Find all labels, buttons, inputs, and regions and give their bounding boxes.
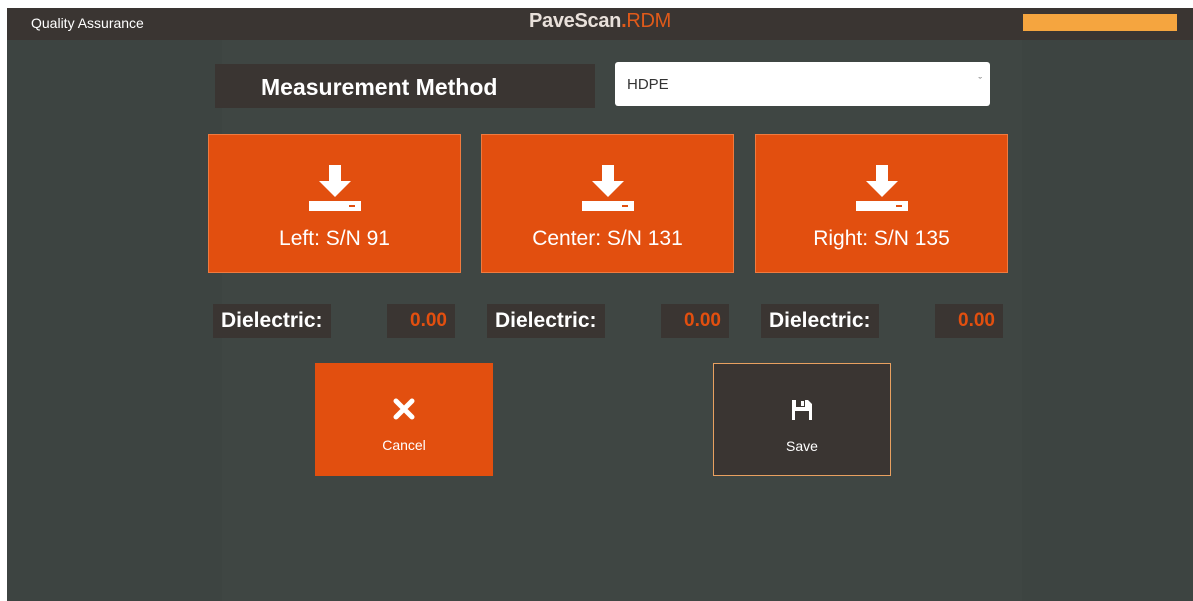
- measurement-method-label: Measurement Method: [261, 74, 498, 100]
- measurement-method-value: HDPE: [627, 76, 669, 93]
- brand-suffix: RDM: [626, 10, 672, 32]
- cancel-label: Cancel: [382, 437, 426, 453]
- save-button[interactable]: Save: [713, 363, 891, 476]
- dielectric-right-value: 0.00: [935, 304, 1003, 338]
- measurement-method-select[interactable]: HDPE ˇ: [615, 62, 990, 106]
- sensor-right-button[interactable]: Right: S/N 135: [755, 134, 1008, 273]
- sensor-left-label: Left: S/N 91: [279, 227, 390, 250]
- sensor-right-label: Right: S/N 135: [813, 227, 950, 250]
- download-icon: [308, 165, 361, 211]
- save-label: Save: [786, 438, 818, 454]
- sensor-center-button[interactable]: Center: S/N 131: [481, 134, 734, 273]
- dielectric-center-value: 0.00: [661, 304, 729, 338]
- dielectric-left-label: Dielectric:: [213, 304, 331, 338]
- sensor-left-button[interactable]: Left: S/N 91: [208, 134, 461, 273]
- dielectric-left-value: 0.00: [387, 304, 455, 338]
- download-icon: [855, 165, 908, 211]
- floppy-disk-icon: [792, 400, 812, 420]
- brand-main: PaveScan: [528, 10, 622, 32]
- content-panel: [222, 40, 1022, 601]
- measurement-method-label-box: Measurement Method: [215, 64, 595, 108]
- sensor-center-label: Center: S/N 131: [532, 227, 683, 250]
- chevron-down-icon: ˇ: [978, 76, 982, 88]
- download-icon: [581, 165, 634, 211]
- brand-logo: PaveScan.RDM: [7, 10, 1193, 33]
- dielectric-right-label: Dielectric:: [761, 304, 879, 338]
- cancel-button[interactable]: Cancel: [315, 363, 493, 476]
- top-bar: Quality Assurance PaveScan.RDM: [7, 8, 1193, 40]
- dielectric-center-label: Dielectric:: [487, 304, 605, 338]
- app-window: Quality Assurance PaveScan.RDM Measureme…: [7, 8, 1193, 601]
- status-indicator: [1023, 14, 1177, 31]
- close-icon: [393, 398, 415, 420]
